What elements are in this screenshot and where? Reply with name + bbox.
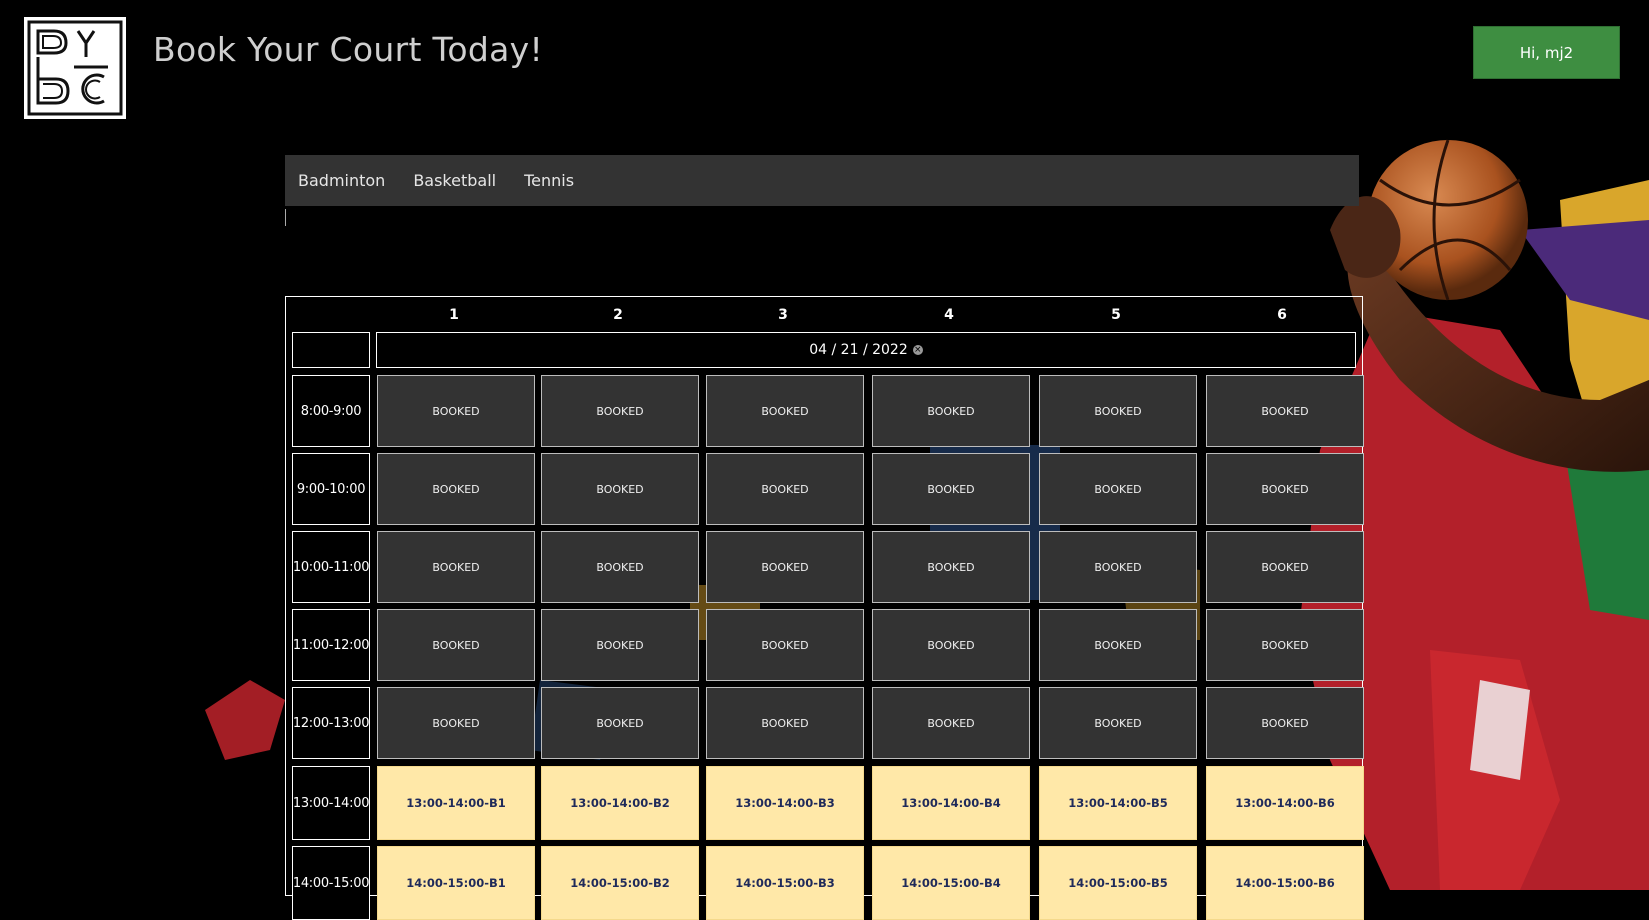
court-header-2: 2 [613, 307, 623, 323]
date-picker[interactable]: 04 / 21 / 2022 × [376, 332, 1356, 368]
booked-slot: BOOKED [377, 531, 535, 603]
booked-slot: BOOKED [706, 531, 864, 603]
available-slot-button[interactable]: 13:00-14:00-B3 [706, 766, 864, 840]
booked-slot: BOOKED [872, 453, 1030, 525]
booked-slot: BOOKED [541, 531, 699, 603]
booked-slot: BOOKED [1039, 531, 1197, 603]
booked-slot: BOOKED [872, 375, 1030, 447]
court-header-3: 3 [778, 307, 788, 323]
tab-content-divider [285, 209, 286, 226]
booked-slot: BOOKED [872, 687, 1030, 759]
clear-x-icon[interactable]: × [912, 345, 923, 355]
available-slot-button[interactable]: 14:00-15:00-B1 [377, 846, 535, 920]
booked-slot: BOOKED [541, 609, 699, 681]
available-slot-button[interactable]: 13:00-14:00-B4 [872, 766, 1030, 840]
booked-slot: BOOKED [541, 375, 699, 447]
available-slot-button[interactable]: 14:00-15:00-B2 [541, 846, 699, 920]
booked-slot: BOOKED [1039, 453, 1197, 525]
court-header-5: 5 [1111, 307, 1121, 323]
booked-slot: BOOKED [1039, 609, 1197, 681]
booked-slot: BOOKED [706, 609, 864, 681]
booked-slot: BOOKED [1206, 453, 1364, 525]
booked-slot: BOOKED [1206, 375, 1364, 447]
booked-slot: BOOKED [1206, 531, 1364, 603]
court-header-6: 6 [1277, 307, 1287, 323]
time-slot-label: 9:00-10:00 [292, 453, 370, 525]
available-slot-button[interactable]: 13:00-14:00-B5 [1039, 766, 1197, 840]
court-header-4: 4 [944, 307, 954, 323]
available-slot-button[interactable]: 14:00-15:00-B5 [1039, 846, 1197, 920]
sport-tabs: Badminton Basketball Tennis [285, 155, 1359, 206]
booked-slot: BOOKED [706, 453, 864, 525]
booked-slot: BOOKED [1039, 375, 1197, 447]
booked-slot: BOOKED [872, 609, 1030, 681]
time-slot-label: 12:00-13:00 [292, 687, 370, 759]
booked-slot: BOOKED [377, 453, 535, 525]
booked-slot: BOOKED [541, 687, 699, 759]
tab-tennis[interactable]: Tennis [524, 171, 574, 190]
time-slot-label: 14:00-15:00 [292, 846, 370, 920]
booked-slot: BOOKED [377, 687, 535, 759]
user-account-button[interactable]: Hi, mj2 [1473, 26, 1620, 79]
available-slot-button[interactable]: 14:00-15:00-B3 [706, 846, 864, 920]
date-row-spacer [292, 332, 370, 368]
court-header-1: 1 [449, 307, 459, 323]
available-slot-button[interactable]: 13:00-14:00-B1 [377, 766, 535, 840]
booked-slot: BOOKED [706, 375, 864, 447]
booked-slot: BOOKED [377, 375, 535, 447]
time-slot-label: 10:00-11:00 [292, 531, 370, 603]
available-slot-button[interactable]: 14:00-15:00-B4 [872, 846, 1030, 920]
tab-basketball[interactable]: Basketball [413, 171, 496, 190]
available-slot-button[interactable]: 14:00-15:00-B6 [1206, 846, 1364, 920]
page-title: Book Your Court Today! [153, 30, 543, 69]
tab-badminton[interactable]: Badminton [298, 171, 385, 190]
time-slot-label: 8:00-9:00 [292, 375, 370, 447]
logo[interactable] [24, 17, 126, 119]
available-slot-button[interactable]: 13:00-14:00-B2 [541, 766, 699, 840]
time-slot-label: 11:00-12:00 [292, 609, 370, 681]
time-slot-label: 13:00-14:00 [292, 766, 370, 840]
booked-slot: BOOKED [1039, 687, 1197, 759]
booked-slot: BOOKED [541, 453, 699, 525]
court-schedule-table: 04 / 21 / 2022 × 1 2 3 4 5 6 8:00-9:00 BOOKED BO… [285, 296, 1364, 920]
booked-slot: BOOKED [872, 531, 1030, 603]
available-slot-button[interactable]: 13:00-14:00-B6 [1206, 766, 1364, 840]
booked-slot: BOOKED [1206, 609, 1364, 681]
date-value: 04 / 21 / 2022 [809, 342, 908, 358]
booked-slot: BOOKED [1206, 687, 1364, 759]
booked-slot: BOOKED [377, 609, 535, 681]
booked-slot: BOOKED [706, 687, 864, 759]
byc-monogram-icon [27, 20, 123, 116]
